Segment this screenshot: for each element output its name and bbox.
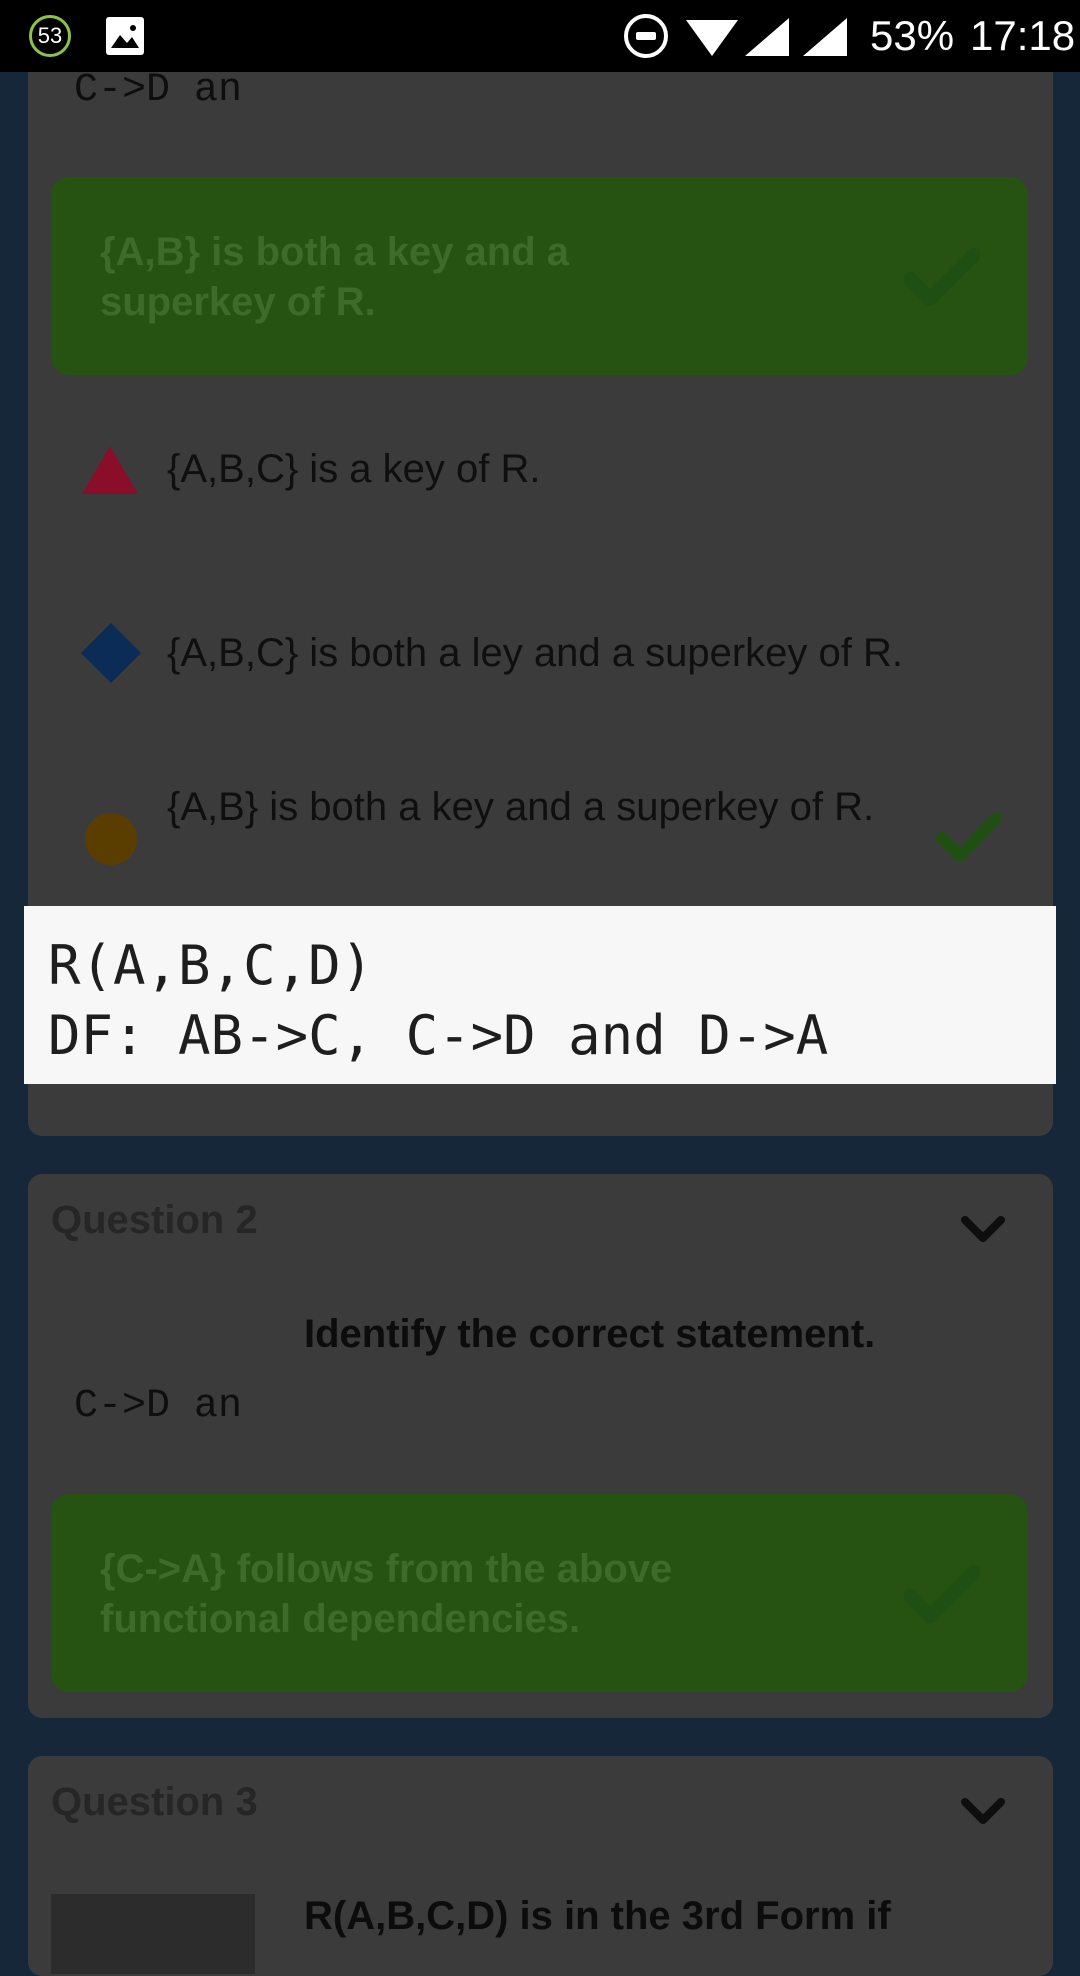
triangle-icon <box>82 446 138 494</box>
gallery-icon <box>106 17 144 55</box>
status-bar: 53 53% 17:18 <box>0 0 1080 72</box>
wifi-icon <box>686 20 738 56</box>
question-header: Question 3 <box>51 1780 258 1824</box>
diamond-icon <box>81 623 141 683</box>
correct-answer-box: {C->A} follows from the above functional… <box>51 1494 1028 1692</box>
question-title: R(A,B,C,D) is in the 3rd Form if <box>304 1894 891 1938</box>
clock: 17:18 <box>970 12 1076 59</box>
popup-relation: R(A,B,C,D) <box>48 934 374 997</box>
popup-dependencies: DF: AB->C, C->D and D->A <box>48 1004 829 1067</box>
question-card-2: Question 2 Identify the correct statemen… <box>28 1174 1053 1718</box>
answer-option-text: {A,B,C} is a key of R. <box>167 447 541 491</box>
check-icon <box>904 248 980 306</box>
signal-icon-2 <box>803 18 847 56</box>
chevron-down-icon[interactable] <box>961 1796 1005 1826</box>
check-icon <box>936 812 1002 862</box>
correct-answer-box: {A,B} is both a key and a superkey of R. <box>51 177 1028 375</box>
question-title: Identify the correct statement. <box>304 1312 876 1356</box>
chevron-down-icon[interactable] <box>961 1214 1005 1244</box>
battery-level: 53% <box>870 12 955 59</box>
question-snippet: C->D an <box>74 1384 243 1429</box>
do-not-disturb-icon <box>624 14 668 58</box>
answer-option-text: {A,B,C} is both a ley and a superkey of … <box>167 631 903 675</box>
correct-answer-text: {A,B} is both a key and a superkey of R. <box>100 230 570 324</box>
signal-icon-1 <box>745 18 789 56</box>
check-icon <box>904 1565 980 1623</box>
question-card-3: Question 3 R(A,B,C,D) is in the 3rd Form… <box>28 1756 1053 1976</box>
question-image-thumbnail <box>51 1894 255 1974</box>
circle-icon <box>85 813 137 865</box>
notification-count-badge: 53 <box>29 15 71 57</box>
question-header: Question 2 <box>51 1198 258 1242</box>
question-context-popup: R(A,B,C,D) DF: AB->C, C->D and D->A <box>24 906 1056 1084</box>
question-snippet: C->D an <box>74 68 243 113</box>
correct-answer-text: {C->A} follows from the above functional… <box>100 1547 673 1641</box>
answer-option-text: {A,B} is both a key and a superkey of R. <box>167 785 875 829</box>
